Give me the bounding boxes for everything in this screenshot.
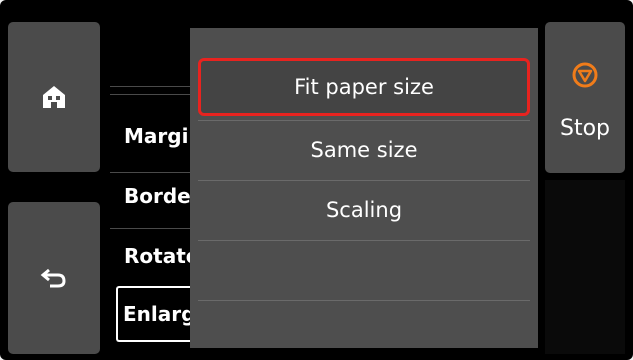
home-button[interactable] [8, 22, 100, 172]
list-divider [110, 94, 190, 95]
option-empty-2 [198, 301, 530, 348]
list-item-rotate[interactable]: Rotate [124, 244, 190, 268]
stop-button[interactable]: Stop [545, 22, 625, 173]
option-same-size[interactable]: Same size [198, 121, 530, 179]
list-divider [110, 172, 190, 173]
list-item-margin[interactable]: Margi [124, 124, 190, 148]
back-arrow-icon [40, 266, 68, 290]
list-divider [110, 86, 190, 87]
back-button[interactable] [8, 202, 100, 354]
option-scaling[interactable]: Scaling [198, 181, 530, 239]
printer-panel-screen: Margi Borde Rotate Enlarg Fit paper size… [0, 0, 633, 360]
list-item-border[interactable]: Borde [124, 184, 190, 208]
options-popup: Fit paper size Same size Scaling [190, 28, 538, 348]
list-item-enlarge-selected[interactable]: Enlarg [116, 286, 190, 342]
right-panel-blank [545, 180, 625, 354]
list-item-label: Enlarg [123, 302, 190, 326]
option-fit-paper-size[interactable]: Fit paper size [198, 58, 530, 116]
option-empty-1 [198, 241, 530, 299]
stop-icon [572, 62, 598, 92]
home-icon [40, 83, 68, 111]
stop-label: Stop [559, 116, 610, 141]
list-divider [110, 228, 190, 229]
